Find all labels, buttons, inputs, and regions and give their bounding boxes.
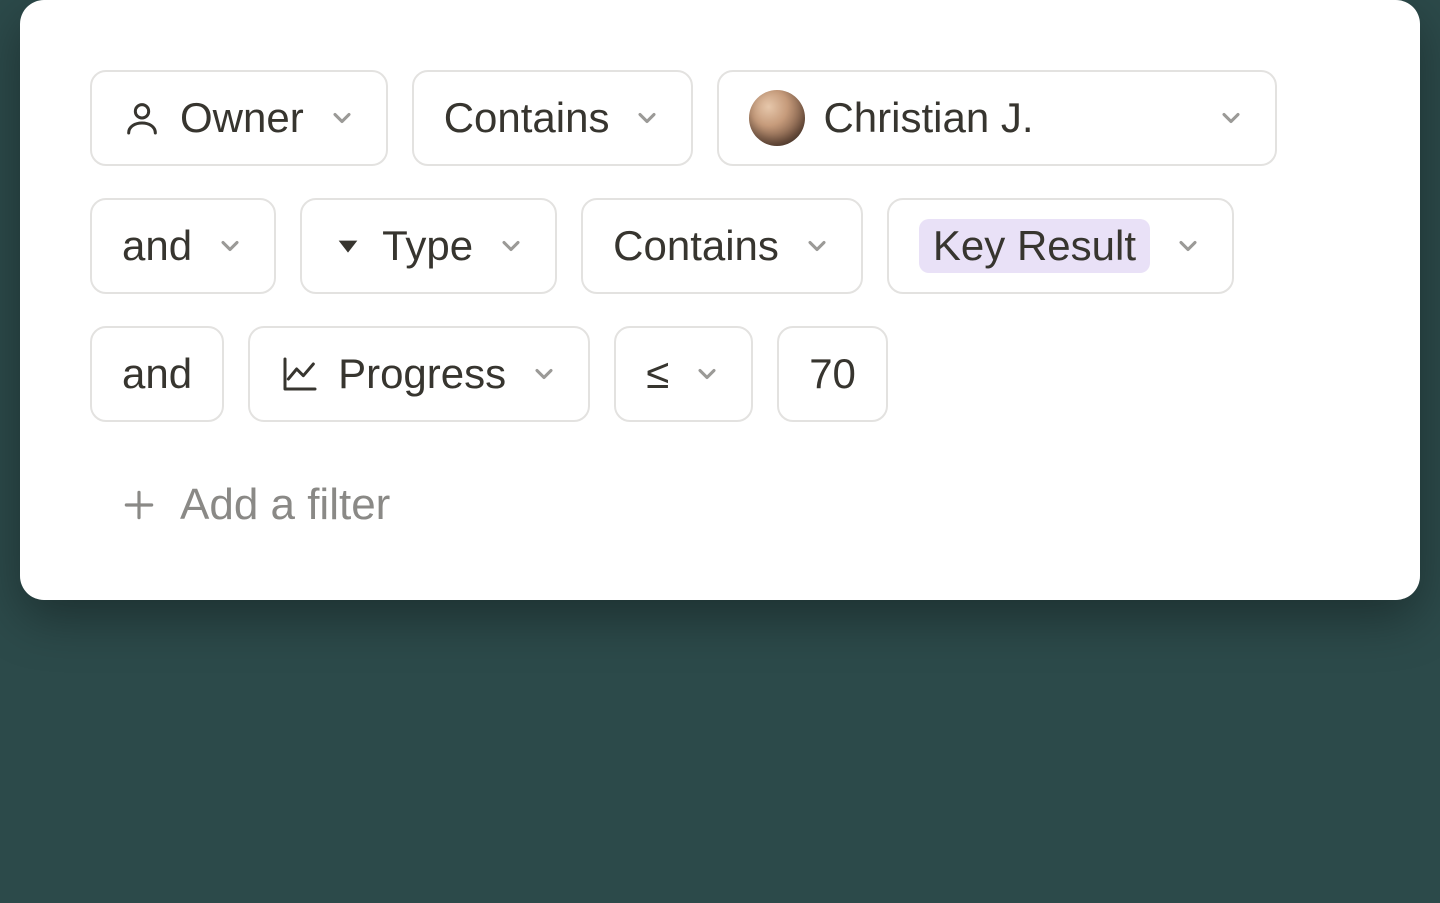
conjunction-label: and — [122, 225, 192, 267]
operator-label: ≤ — [646, 353, 669, 395]
value-label: 70 — [809, 353, 856, 395]
operator-select-contains[interactable]: Contains — [581, 198, 863, 294]
conjunction-label: and — [122, 353, 192, 395]
chevron-down-icon — [328, 104, 356, 132]
chevron-down-icon — [1217, 104, 1245, 132]
conjunction-select[interactable]: and — [90, 198, 276, 294]
property-select-owner[interactable]: Owner — [90, 70, 388, 166]
chevron-down-icon — [633, 104, 661, 132]
chevron-down-icon — [530, 360, 558, 388]
operator-label: Contains — [613, 225, 779, 267]
value-select-tag[interactable]: Key Result — [887, 198, 1234, 294]
property-select-progress[interactable]: Progress — [248, 326, 590, 422]
chevron-down-icon — [803, 232, 831, 260]
filter-row-1: Owner Contains Christian J. — [90, 70, 1350, 166]
property-select-type[interactable]: Type — [300, 198, 557, 294]
conjunction-static[interactable]: and — [90, 326, 224, 422]
property-label: Progress — [338, 353, 506, 395]
filter-builder-card: Owner Contains Christian J. and — [20, 0, 1420, 600]
value-label: Key Result — [933, 222, 1136, 269]
chevron-down-icon — [497, 232, 525, 260]
add-filter-button[interactable]: Add a filter — [90, 454, 1350, 540]
value-select-person[interactable]: Christian J. — [717, 70, 1277, 166]
plus-icon — [120, 486, 158, 524]
value-input-number[interactable]: 70 — [777, 326, 888, 422]
avatar — [749, 90, 805, 146]
operator-select-lte[interactable]: ≤ — [614, 326, 753, 422]
operator-select-contains[interactable]: Contains — [412, 70, 694, 166]
person-icon — [122, 98, 162, 138]
value-label: Christian J. — [823, 97, 1033, 139]
chevron-down-icon — [216, 232, 244, 260]
tag-pill: Key Result — [919, 219, 1150, 273]
filter-row-3: and Progress ≤ 70 — [90, 326, 1350, 422]
chevron-down-icon — [1174, 232, 1202, 260]
chart-line-icon — [280, 354, 320, 394]
add-filter-label: Add a filter — [180, 480, 390, 530]
operator-label: Contains — [444, 97, 610, 139]
triangle-down-icon — [332, 230, 364, 262]
property-label: Type — [382, 225, 473, 267]
property-label: Owner — [180, 97, 304, 139]
filter-row-2: and Type Contains Key Result — [90, 198, 1350, 294]
chevron-down-icon — [693, 360, 721, 388]
